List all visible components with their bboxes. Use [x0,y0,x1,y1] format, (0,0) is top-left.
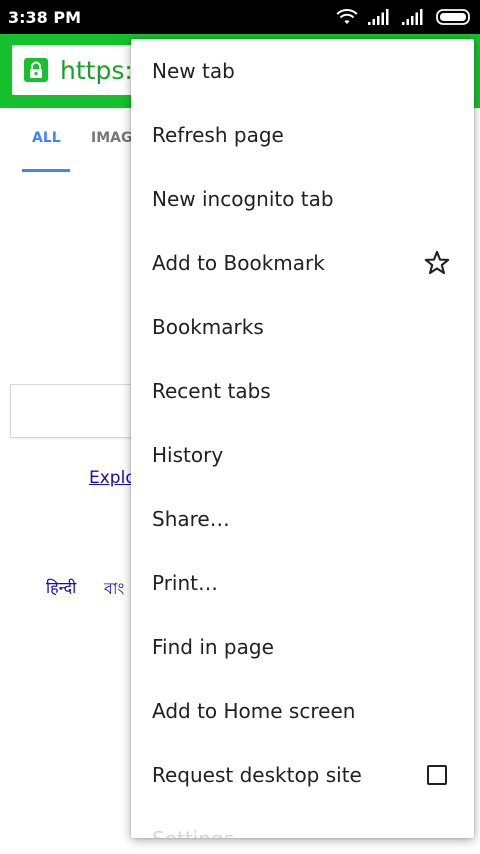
menu-item-label: New tab [152,59,235,83]
status-time: 3:38 PM [8,8,82,27]
star-outline-icon[interactable] [423,249,451,277]
battery-icon [436,9,470,25]
menu-item-recent-tabs[interactable]: Recent tabs [131,359,474,423]
tab-all[interactable]: ALL [32,130,61,146]
menu-item-share[interactable]: Share… [131,487,474,551]
menu-item-label: Add to Home screen [152,699,356,723]
menu-item-label: Refresh page [152,123,284,147]
menu-item-history[interactable]: History [131,423,474,487]
desktop-site-checkbox[interactable] [423,761,451,789]
menu-item-label: History [152,443,224,467]
signal-icon [368,9,389,25]
checkbox-unchecked-icon [427,765,447,785]
menu-item-bookmarks[interactable]: Bookmarks [131,295,474,359]
menu-item-label: Bookmarks [152,315,264,339]
menu-item-label: Print… [152,571,219,595]
status-icons [336,7,472,27]
menu-item-label: Recent tabs [152,379,271,403]
lock-icon[interactable] [24,58,48,82]
menu-item-find-in-page[interactable]: Find in page [131,615,474,679]
menu-item-new-incognito-tab[interactable]: New incognito tab [131,167,474,231]
menu-item-add-to-home-screen[interactable]: Add to Home screen [131,679,474,743]
menu-item-label: New incognito tab [152,187,334,211]
menu-item-add-to-bookmark[interactable]: Add to Bookmark [131,231,474,295]
language-link-hindi[interactable]: हिन्दी [46,576,76,598]
menu-item-label: Share… [152,507,230,531]
menu-item-request-desktop-site[interactable]: Request desktop site [131,743,474,807]
overflow-menu: New tab Refresh page New incognito tab A… [131,39,474,838]
wifi-icon [336,9,358,24]
menu-item-label: Settings [152,827,454,838]
tab-images[interactable]: IMAG [91,130,132,146]
menu-item-settings[interactable]: Settings [131,807,474,838]
menu-item-label: Request desktop site [152,763,362,787]
tab-selected-indicator [22,169,70,172]
menu-item-new-tab[interactable]: New tab [131,39,474,103]
menu-item-label: Find in page [152,635,274,659]
signal-icon [402,9,423,25]
status-bar: 3:38 PM [0,0,480,34]
menu-item-label: Add to Bookmark [152,251,325,275]
menu-item-refresh-page[interactable]: Refresh page [131,103,474,167]
explore-link[interactable]: Explo [89,468,136,488]
language-link-bangla[interactable]: বাং [104,576,124,603]
menu-item-print[interactable]: Print… [131,551,474,615]
